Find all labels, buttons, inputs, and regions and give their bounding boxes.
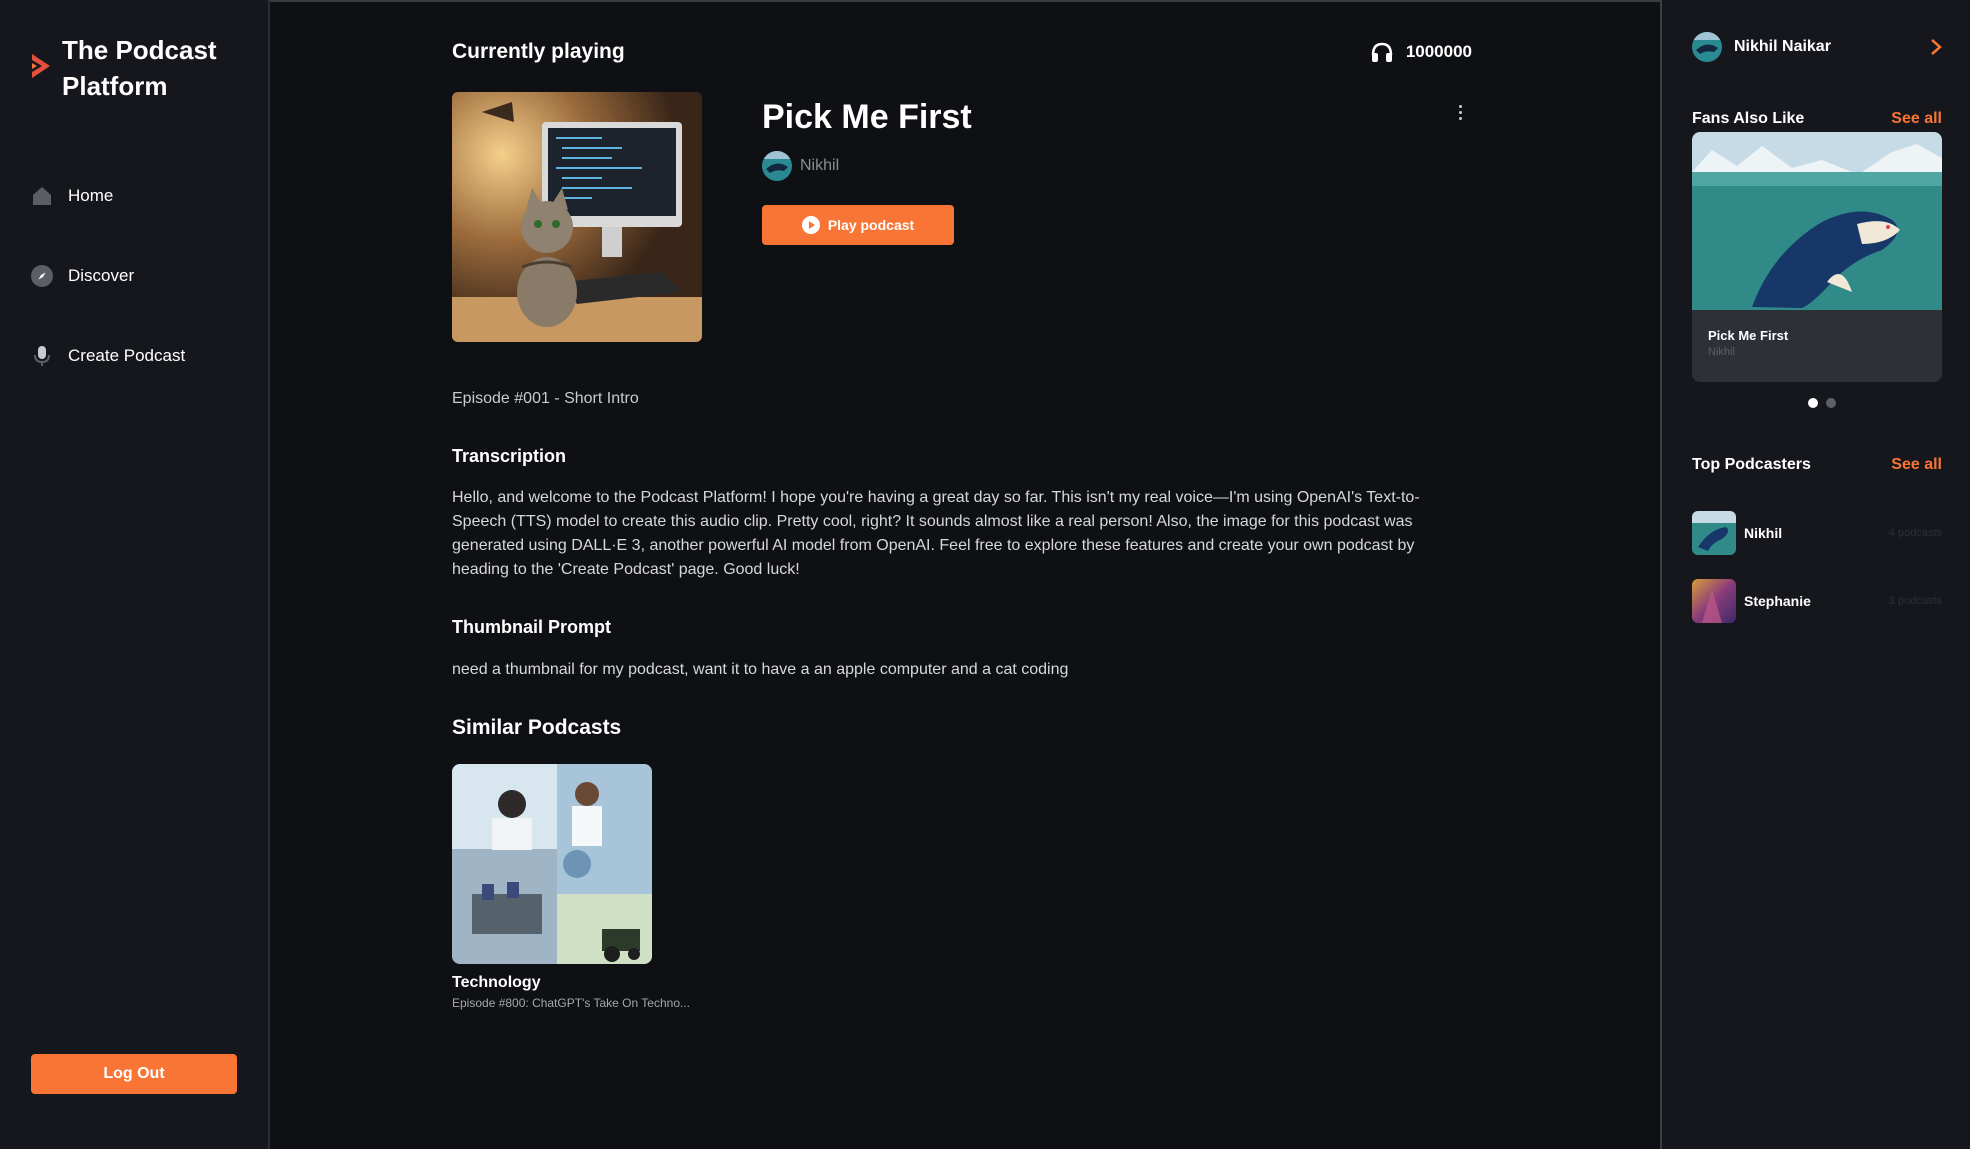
transcription-heading: Transcription <box>452 446 567 466</box>
carousel-dot[interactable] <box>1826 398 1836 408</box>
podcast-title: Pick Me First <box>762 98 972 136</box>
podcaster-row[interactable]: Nikhil 4 podcasts <box>1692 511 1942 555</box>
left-sidebar: The Podcast Platform Home Discover Creat… <box>0 0 270 1149</box>
currently-playing-title: Currently playing <box>452 40 625 63</box>
transcription-text: Hello, and welcome to the Podcast Platfo… <box>452 489 1420 578</box>
nav-label: Discover <box>68 266 135 285</box>
top-podcasters-see-all-link[interactable]: See all <box>1891 456 1942 474</box>
brand[interactable]: The Podcast Platform <box>30 32 252 104</box>
similar-podcasts-heading: Similar Podcasts <box>452 716 622 739</box>
similar-podcast-image <box>452 764 652 964</box>
similar-podcast-card[interactable]: Technology Episode #800: ChatGPT's Take … <box>452 764 702 1010</box>
nav-item-discover[interactable]: Discover <box>30 260 185 292</box>
podcast-author[interactable]: Nikhil <box>762 151 972 181</box>
listener-count: 1000000 <box>1370 41 1472 63</box>
similar-podcast-title: Technology <box>452 974 541 991</box>
main-content: Currently playing 1000000 Pick Me First … <box>270 0 1662 1149</box>
carousel-dots <box>1808 398 1836 408</box>
right-sidebar: Nikhil Naikar Fans Also Like See all Pic… <box>1662 0 1968 1149</box>
fan-podcast-title: Pick Me First <box>1708 328 1789 343</box>
fan-podcast-image <box>1692 132 1942 310</box>
podcaster-count: 4 podcasts <box>1888 527 1942 539</box>
user-profile-link[interactable]: Nikhil Naikar <box>1692 32 1942 62</box>
fans-also-like-title: Fans Also Like <box>1692 110 1805 127</box>
nav-label: Home <box>68 186 114 205</box>
nav-item-create-podcast[interactable]: Create Podcast <box>30 340 185 372</box>
avatar <box>762 151 792 181</box>
fans-also-like-header: Fans Also Like See all <box>1692 110 1942 128</box>
play-podcast-button[interactable]: Play podcast <box>762 205 954 245</box>
headphones-icon <box>1371 42 1393 62</box>
nav-item-home[interactable]: Home <box>30 180 185 212</box>
currently-playing-header: Currently playing 1000000 <box>452 40 1472 64</box>
more-options-icon[interactable] <box>1452 100 1468 124</box>
listener-count-value: 1000000 <box>1405 42 1472 61</box>
play-icon <box>801 216 820 234</box>
podcast-cover-image <box>452 92 702 342</box>
top-podcasters-header: Top Podcasters See all <box>1692 456 1942 474</box>
podcaster-count: 3 podcasts <box>1888 595 1942 607</box>
microphone-icon <box>30 344 54 368</box>
chevron-right-icon <box>1931 39 1942 55</box>
top-podcasters-title: Top Podcasters <box>1692 456 1811 473</box>
fan-podcast-author: Nikhil <box>1708 346 1735 358</box>
author-name: Nikhil <box>800 157 840 174</box>
home-icon <box>30 184 54 208</box>
podcast-info: Pick Me First Nikhil Play podcast <box>762 98 972 245</box>
similar-podcast-description: Episode #800: ChatGPT's Take On Techno..… <box>452 996 690 1010</box>
avatar <box>1692 32 1722 62</box>
nav-label: Create Podcast <box>68 346 186 365</box>
thumbnail-prompt-text: need a thumbnail for my podcast, want it… <box>452 661 1069 678</box>
brand-title: The Podcast Platform <box>62 35 217 101</box>
main-nav: Home Discover Create Podcast <box>30 180 185 420</box>
podcaster-avatar <box>1692 511 1736 555</box>
fans-see-all-link[interactable]: See all <box>1891 110 1942 128</box>
app: The Podcast Platform Home Discover Creat… <box>0 0 1970 1149</box>
podcaster-row[interactable]: Stephanie 3 podcasts <box>1692 579 1942 623</box>
user-name: Nikhil Naikar <box>1734 38 1831 55</box>
play-podcast-label: Play podcast <box>827 217 915 233</box>
episode-title: Episode #001 - Short Intro <box>452 390 639 407</box>
thumbnail-prompt-heading: Thumbnail Prompt <box>452 617 611 637</box>
logout-button[interactable]: Log Out <box>31 1054 237 1094</box>
podcaster-avatar <box>1692 579 1736 623</box>
podcaster-name: Nikhil <box>1744 525 1783 541</box>
fan-podcast-card[interactable]: Pick Me First Nikhil <box>1692 132 1942 382</box>
carousel-dot[interactable] <box>1808 398 1818 408</box>
compass-icon <box>30 264 54 288</box>
logo-icon <box>32 54 50 78</box>
podcaster-name: Stephanie <box>1744 593 1811 609</box>
